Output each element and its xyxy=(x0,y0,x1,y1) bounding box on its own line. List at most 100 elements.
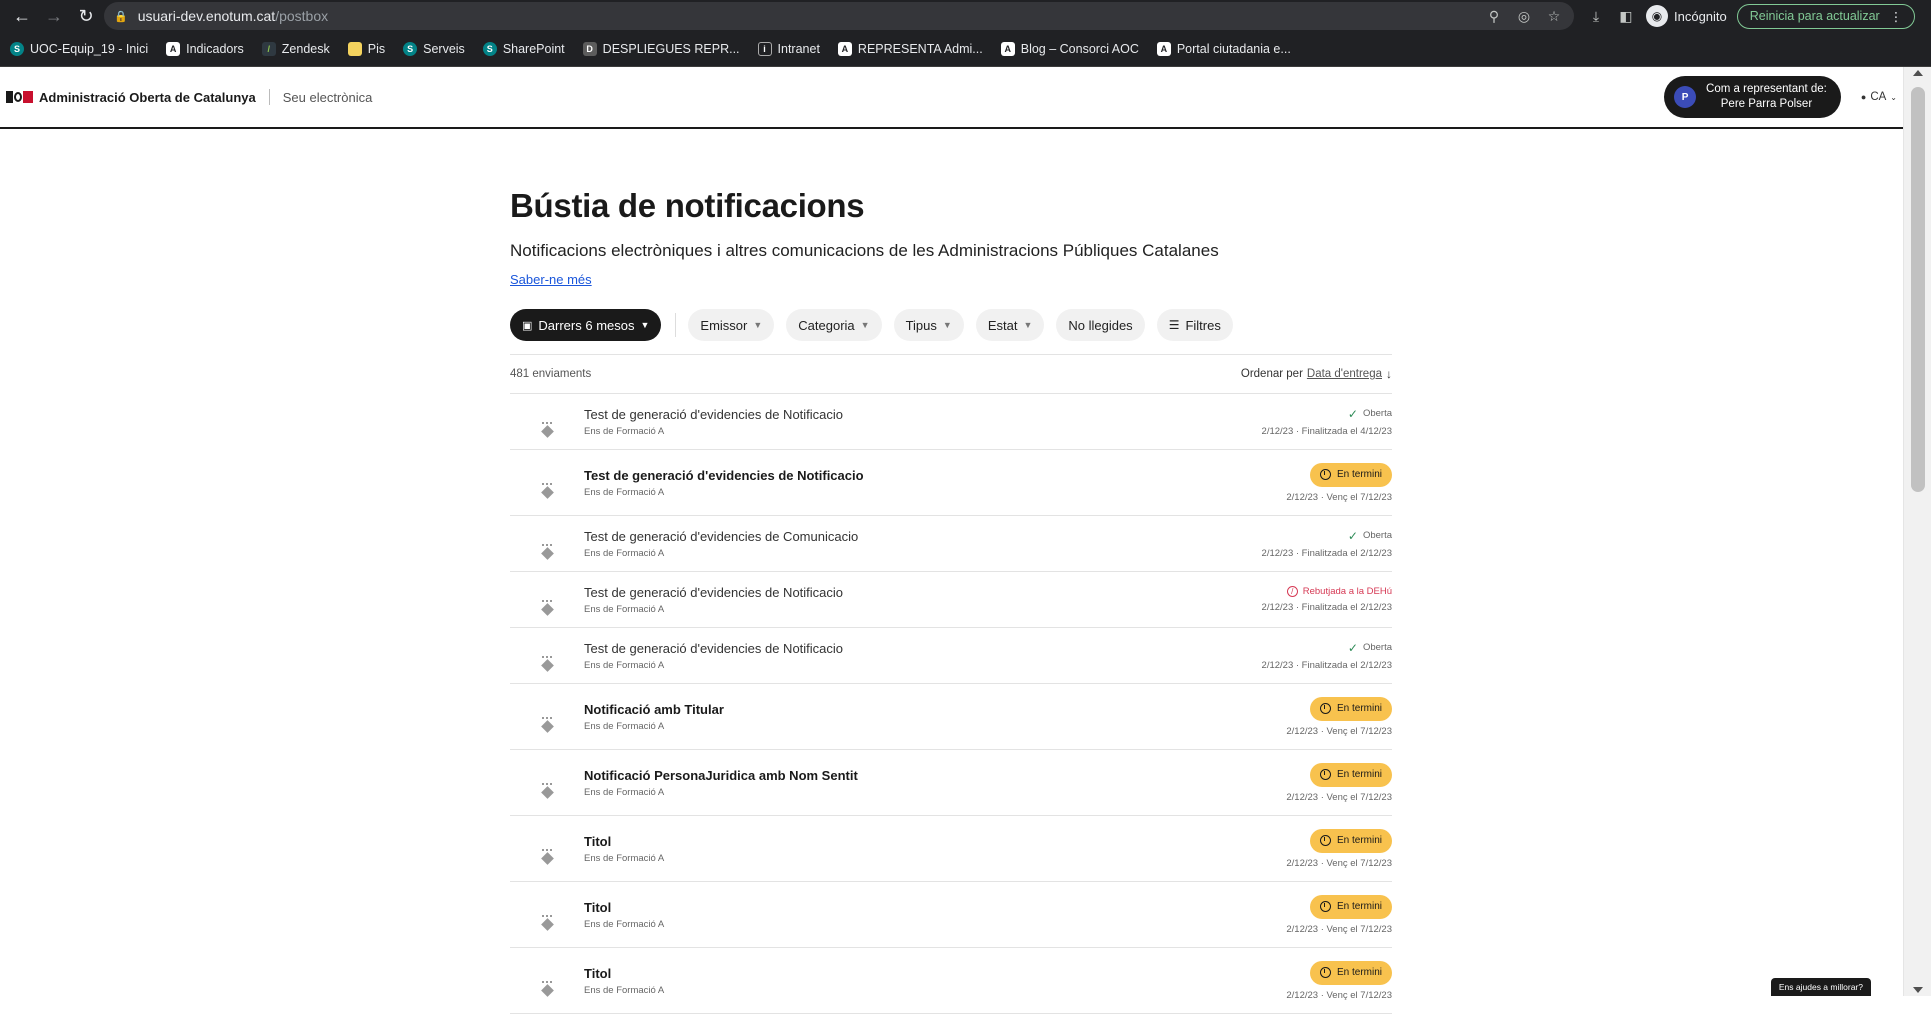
aoc-icon: A xyxy=(166,42,181,56)
item-title[interactable]: Test de generació d'evidencies de Notifi… xyxy=(584,585,1262,600)
bookmark-item[interactable]: D DESPLIEGUES REPR... xyxy=(582,42,740,56)
item-title[interactable]: Notificació amb Titular xyxy=(584,702,1286,717)
bookmark-item[interactable]: S Serveis xyxy=(403,42,465,56)
download-icon[interactable]: ⤓ xyxy=(1586,6,1606,26)
estat-filter[interactable]: Estat ▼ xyxy=(975,309,1045,341)
period-filter[interactable]: ▣ Darrers 6 mesos ▼ xyxy=(510,309,662,341)
status-badge: En termini xyxy=(1309,462,1392,487)
aoc-icon: A xyxy=(1156,42,1171,56)
unread-filter[interactable]: No llegides xyxy=(1056,309,1145,341)
timer-icon xyxy=(1319,967,1331,978)
status-label: En termini xyxy=(1336,769,1382,780)
item-sender: Ens de Formació A xyxy=(584,786,665,798)
bookmark-item[interactable]: i Intranet xyxy=(757,42,820,56)
bookmark-item[interactable]: S SharePoint xyxy=(482,42,565,56)
bookmark-item[interactable]: / Zendesk xyxy=(261,42,330,56)
bookmark-label: Portal ciutadania e... xyxy=(1176,42,1291,56)
incognito-indicator[interactable]: ◉ Incógnito xyxy=(1646,5,1727,27)
bookmark-item[interactable]: A Portal ciutadania e... xyxy=(1156,42,1291,56)
avatar: P xyxy=(1674,86,1697,108)
item-date: 2/12/23 · Venç el 7/12/23 xyxy=(1286,923,1392,935)
status-label: En termini xyxy=(1336,703,1382,714)
list-meta: 481 enviaments Ordenar per Data d'entreg… xyxy=(510,355,1392,393)
list-item[interactable]: Test de generació d'evidencies de Notifi… xyxy=(510,628,1392,684)
reload-icon[interactable]: ↻ xyxy=(72,2,100,30)
bookmark-item[interactable]: Pis xyxy=(347,42,385,56)
status-badge: En termini xyxy=(1309,960,1392,985)
list-item[interactable]: Test de generació d'evidencies de Comuni… xyxy=(510,516,1392,572)
chevron-down-icon: ▼ xyxy=(1023,320,1033,330)
item-title[interactable]: Titol xyxy=(584,834,1286,849)
rep-label: Com a representant de: xyxy=(1706,83,1827,95)
address-bar[interactable]: 🔒 usuari-dev.enotum.cat/postbox ⚲ ◎ ☆ xyxy=(104,2,1574,30)
forward-icon[interactable]: → xyxy=(40,2,68,30)
list-item[interactable]: Titol Ens de Formació A En termini 2/12/23 … xyxy=(510,882,1392,948)
list-item[interactable]: Test de generació d'evidencies de Notifi… xyxy=(510,572,1392,628)
status-badge: En termini xyxy=(1309,828,1392,853)
scrollbar[interactable] xyxy=(1903,67,1931,996)
arrow-down-icon[interactable]: ↓ xyxy=(1386,367,1392,381)
item-title[interactable]: Test de generació d'evidencies de Notifi… xyxy=(584,407,1262,422)
eye-off-icon[interactable]: ◎ xyxy=(1514,6,1534,26)
list-item[interactable]: Notificació amb Titular Ens de Formació A… xyxy=(510,684,1392,750)
tipus-filter[interactable]: Tipus ▼ xyxy=(893,309,964,341)
bookmark-item[interactable]: S UOC-Equip_19 - Inici xyxy=(10,42,148,56)
status-label: Oberta xyxy=(1362,642,1392,653)
list-item[interactable]: Titol Ens de Formació A En termini 2/12/23 … xyxy=(510,816,1392,882)
item-title[interactable]: Notificació PersonaJuridica amb Nom Sent… xyxy=(584,768,1286,783)
despliegues-icon: D xyxy=(582,42,597,56)
lock-icon: 🔒 xyxy=(114,10,128,23)
scroll-up-icon[interactable] xyxy=(1913,70,1923,76)
status-badge: ✓ Oberta xyxy=(1348,641,1392,655)
browser-toolbar: ← → ↻ 🔒 usuari-dev.enotum.cat/postbox ⚲ … xyxy=(0,0,1931,32)
emitter-emblem-icon xyxy=(510,967,584,997)
emissor-filter[interactable]: Emissor ▼ xyxy=(688,309,775,341)
feedback-button[interactable]: Ens ajudes a millorar? xyxy=(1770,978,1871,996)
rep-name: Pere Parra Polser xyxy=(1720,98,1813,110)
representative-button[interactable]: P Com a representant de: Pere Parra Pols… xyxy=(1664,76,1841,118)
star-icon[interactable]: ☆ xyxy=(1544,6,1564,26)
categoria-filter[interactable]: Categoria ▼ xyxy=(786,309,882,341)
chevron-down-icon: ▼ xyxy=(860,320,870,330)
update-button[interactable]: Reinicia para actualizar ⋮ xyxy=(1736,3,1916,29)
item-title[interactable]: Titol xyxy=(584,900,1286,915)
learn-more-link[interactable]: Saber-ne més xyxy=(510,272,592,287)
more-filters-button[interactable]: ☰ Filtres xyxy=(1156,309,1233,341)
list-item[interactable]: Test de generació d'evidencies de Notifi… xyxy=(510,394,1392,450)
url-host: usuari-dev.enotum.cat xyxy=(137,8,276,24)
incognito-label: Incógnito xyxy=(1674,8,1727,24)
bookmark-label: Intranet xyxy=(777,42,820,56)
prohibited-icon: / xyxy=(1286,586,1298,597)
sort-field-link[interactable]: Data d'entrega xyxy=(1307,368,1382,380)
item-title[interactable]: Test de generació d'evidencies de Notifi… xyxy=(584,641,1262,656)
scroll-down-icon[interactable] xyxy=(1913,987,1923,993)
side-panel-icon[interactable]: ◧ xyxy=(1616,6,1636,26)
item-title[interactable]: Test de generació d'evidencies de Notifi… xyxy=(584,468,1286,483)
item-title[interactable]: Test de generació d'evidencies de Comuni… xyxy=(584,529,1262,544)
categoria-filter-label: Categoria xyxy=(798,317,855,333)
org-logo[interactable]: Administració Oberta de Catalunya Seu el… xyxy=(6,89,372,105)
item-title[interactable]: Titol xyxy=(584,966,1286,981)
back-icon[interactable]: ← xyxy=(8,2,36,30)
emitter-emblem-icon xyxy=(510,901,584,931)
list-item[interactable]: Notificació PersonaJuridica amb Nom Sent… xyxy=(510,750,1392,816)
sharepoint-icon: S xyxy=(10,42,24,56)
bookmark-item[interactable]: A REPRESENTA Admi... xyxy=(837,42,983,56)
url-path: /postbox xyxy=(275,8,329,24)
list-item[interactable]: Test de generació d'evidencies de Notifi… xyxy=(510,450,1392,516)
timer-icon xyxy=(1319,901,1331,912)
unread-filter-label: No llegides xyxy=(1068,317,1133,333)
list-item[interactable]: Titol Ens de Formació A En termini 2/12/23 … xyxy=(510,948,1392,1014)
language-selector[interactable]: ● CA ⌄ xyxy=(1861,91,1897,103)
scroll-thumb[interactable] xyxy=(1911,87,1925,492)
page-title: Bústia de notificacions xyxy=(510,187,865,224)
emitter-emblem-icon xyxy=(510,408,584,438)
item-sender: Ens de Formació A xyxy=(584,425,665,437)
bookmark-item[interactable]: A Blog – Consorci AOC xyxy=(1000,42,1139,56)
kebab-menu-icon: ⋮ xyxy=(1889,9,1903,24)
bookmark-label: DESPLIEGUES REPR... xyxy=(602,42,740,56)
zoom-icon[interactable]: ⚲ xyxy=(1484,6,1504,26)
bookmark-item[interactable]: A Indicadors xyxy=(166,42,244,56)
status-label: Oberta xyxy=(1362,530,1392,541)
filter-bar: ▣ Darrers 6 mesos ▼ Emissor ▼ Categoria … xyxy=(510,309,1392,341)
